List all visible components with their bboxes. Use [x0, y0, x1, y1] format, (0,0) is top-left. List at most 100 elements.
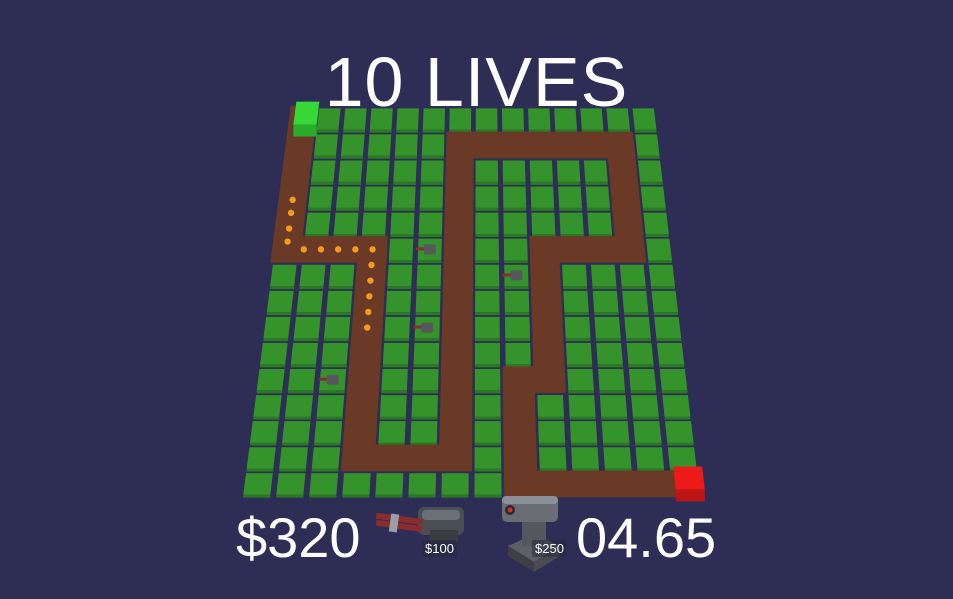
grid-tile[interactable] — [640, 186, 666, 208]
grid-tile[interactable] — [530, 186, 555, 208]
grid-tile[interactable] — [651, 290, 679, 313]
grid-tile[interactable] — [340, 134, 365, 156]
grid-tile[interactable] — [412, 369, 439, 391]
grid-tile[interactable] — [474, 447, 502, 469]
grid-tile[interactable] — [311, 160, 336, 182]
grid-tile[interactable] — [308, 186, 334, 208]
grid-tile[interactable] — [282, 421, 311, 443]
grid-tile[interactable] — [501, 108, 524, 130]
grid-tile[interactable] — [363, 186, 389, 208]
grid-tile[interactable] — [381, 369, 408, 391]
grid-tile[interactable] — [421, 134, 445, 156]
grid-tile[interactable] — [635, 134, 660, 156]
grid-tile[interactable] — [601, 421, 630, 443]
grid-tile[interactable] — [662, 395, 691, 417]
grid-tile[interactable] — [263, 316, 291, 339]
grid-tile[interactable] — [394, 134, 418, 156]
grid-tile[interactable] — [422, 108, 446, 130]
grid-tile[interactable] — [382, 342, 409, 365]
grid-tile[interactable] — [622, 290, 649, 313]
grid-tile[interactable] — [562, 264, 588, 287]
grid-tile[interactable] — [387, 264, 413, 287]
grid-tile[interactable] — [556, 160, 581, 182]
grid-tile[interactable] — [667, 447, 697, 469]
grid-tile[interactable] — [475, 212, 499, 234]
grid-tile[interactable] — [539, 447, 567, 469]
grid-tile[interactable] — [276, 473, 306, 495]
grid-tile[interactable] — [316, 108, 341, 130]
grid-tile[interactable] — [290, 342, 318, 365]
grid-tile[interactable] — [311, 447, 341, 469]
grid-tile[interactable] — [475, 160, 499, 182]
grid-tile[interactable] — [420, 160, 444, 182]
grid-tile[interactable] — [537, 395, 564, 417]
grid-tile[interactable] — [475, 238, 499, 261]
grid-tile[interactable] — [665, 421, 694, 443]
grid-tile[interactable] — [580, 108, 604, 130]
grid-tile[interactable] — [336, 186, 361, 208]
grid-tile[interactable] — [390, 212, 415, 234]
grid-tile[interactable] — [287, 369, 316, 391]
grid-tile[interactable] — [632, 108, 657, 130]
grid-tile[interactable] — [396, 108, 419, 130]
grid-tile[interactable] — [299, 264, 326, 287]
grid-tile[interactable] — [603, 447, 632, 469]
grid-tile[interactable] — [293, 316, 321, 339]
grid-tile[interactable] — [410, 421, 438, 443]
grid-tile[interactable] — [624, 316, 651, 339]
grid-tile[interactable] — [504, 316, 531, 339]
grid-tile[interactable] — [583, 160, 608, 182]
grid-tile[interactable] — [554, 108, 577, 130]
grid-tile[interactable] — [635, 447, 665, 469]
grid-tile[interactable] — [631, 395, 659, 417]
grid-tile[interactable] — [342, 473, 371, 495]
grid-tile[interactable] — [654, 316, 682, 339]
grid-tile[interactable] — [314, 421, 343, 443]
grid-tile[interactable] — [656, 342, 685, 365]
grid-tile[interactable] — [626, 342, 654, 365]
grid-tile[interactable] — [270, 264, 297, 287]
grid-tile[interactable] — [313, 134, 339, 156]
grid-tile[interactable] — [323, 316, 351, 339]
grid-tile[interactable] — [659, 369, 688, 391]
grid-tile[interactable] — [568, 395, 596, 417]
grid-tile[interactable] — [393, 160, 417, 182]
grid-tile[interactable] — [475, 290, 500, 313]
grid-tile[interactable] — [633, 421, 662, 443]
grid-tile[interactable] — [408, 473, 437, 495]
grid-tile[interactable] — [558, 186, 583, 208]
grid-tile[interactable] — [253, 395, 282, 417]
grid-tile[interactable] — [365, 160, 390, 182]
grid-tile[interactable] — [569, 421, 598, 443]
grid-tile[interactable] — [474, 395, 501, 417]
grid-tile[interactable] — [538, 421, 566, 443]
grid-tile[interactable] — [418, 212, 443, 234]
grid-tile[interactable] — [279, 447, 308, 469]
grid-tile[interactable] — [411, 395, 438, 417]
grid-tile[interactable] — [343, 108, 367, 130]
grid-tile[interactable] — [361, 212, 387, 234]
grid-tile[interactable] — [564, 316, 591, 339]
grid-tile[interactable] — [637, 160, 663, 182]
grid-tile[interactable] — [296, 290, 324, 313]
grid-tile[interactable] — [475, 316, 500, 339]
grid-tile[interactable] — [375, 473, 404, 495]
grid-tile[interactable] — [590, 264, 617, 287]
grid-tile[interactable] — [378, 421, 406, 443]
grid-tile[interactable] — [379, 395, 407, 417]
grid-tile[interactable] — [594, 316, 621, 339]
grid-tile[interactable] — [503, 238, 528, 261]
grid-tile[interactable] — [419, 186, 444, 208]
grid-tile[interactable] — [367, 134, 392, 156]
game-board[interactable] — [0, 0, 953, 599]
grid-tile[interactable] — [475, 186, 499, 208]
grid-tile[interactable] — [326, 290, 353, 313]
grid-tile[interactable] — [619, 264, 646, 287]
grid-tile[interactable] — [474, 421, 501, 443]
grid-tile[interactable] — [475, 108, 498, 130]
shop-item-missile-launcher[interactable]: $250 — [498, 492, 570, 572]
grid-tile[interactable] — [321, 342, 349, 365]
grid-tile[interactable] — [648, 264, 676, 287]
grid-tile[interactable] — [413, 342, 440, 365]
grid-tile[interactable] — [338, 160, 363, 182]
